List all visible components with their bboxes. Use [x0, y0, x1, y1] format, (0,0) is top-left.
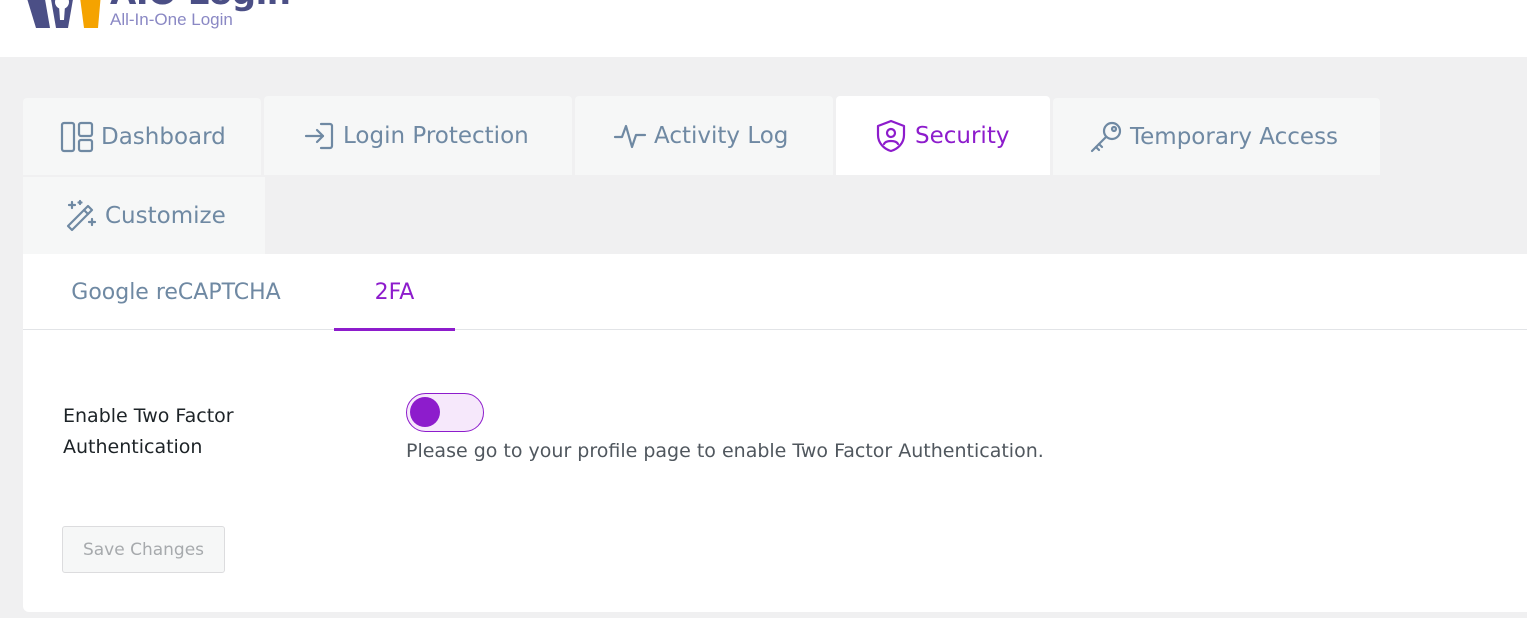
tab-label: Login Protection	[343, 122, 529, 149]
dashboard-icon	[60, 120, 94, 154]
key-icon	[1089, 120, 1123, 154]
tab-login-protection[interactable]: Login Protection	[264, 96, 572, 175]
logo-mark-icon	[27, 0, 101, 28]
top-header: AIO Login All-In-One Login	[0, 0, 1527, 57]
magic-wand-icon	[64, 199, 98, 233]
2fa-helper-text: Please go to your profile page to enable…	[406, 440, 1044, 462]
tab-label: Dashboard	[101, 123, 226, 150]
security-subtabs: Google reCAPTCHA 2FA	[23, 254, 1527, 331]
save-changes-button[interactable]: Save Changes	[62, 526, 225, 573]
logo-subtitle: All-In-One Login	[110, 10, 233, 29]
tab-activity-log[interactable]: Activity Log	[575, 96, 833, 175]
tab-temporary-access[interactable]: Temporary Access	[1053, 98, 1380, 175]
tab-label: Temporary Access	[1130, 123, 1339, 150]
subtab-google-recaptcha[interactable]: Google reCAPTCHA	[61, 254, 291, 330]
shield-user-icon	[874, 119, 908, 153]
tab-label: Security	[915, 122, 1010, 149]
enable-2fa-label: Enable Two Factor Authentication	[63, 405, 234, 458]
enable-2fa-toggle[interactable]	[406, 393, 484, 432]
tab-label: Customize	[105, 202, 226, 229]
tab-dashboard[interactable]: Dashboard	[23, 98, 261, 175]
security-panel: Google reCAPTCHA 2FA Enable Two Factor A…	[23, 254, 1527, 612]
tab-security[interactable]: Security	[836, 96, 1050, 175]
login-arrow-icon	[302, 119, 336, 153]
subtab-2fa[interactable]: 2FA	[334, 254, 455, 331]
activity-icon	[613, 119, 647, 153]
toggle-knob	[410, 397, 440, 427]
tab-customize[interactable]: Customize	[23, 177, 265, 254]
brand-logo[interactable]: AIO Login All-In-One Login	[22, 0, 291, 29]
tab-label: Activity Log	[654, 122, 789, 149]
